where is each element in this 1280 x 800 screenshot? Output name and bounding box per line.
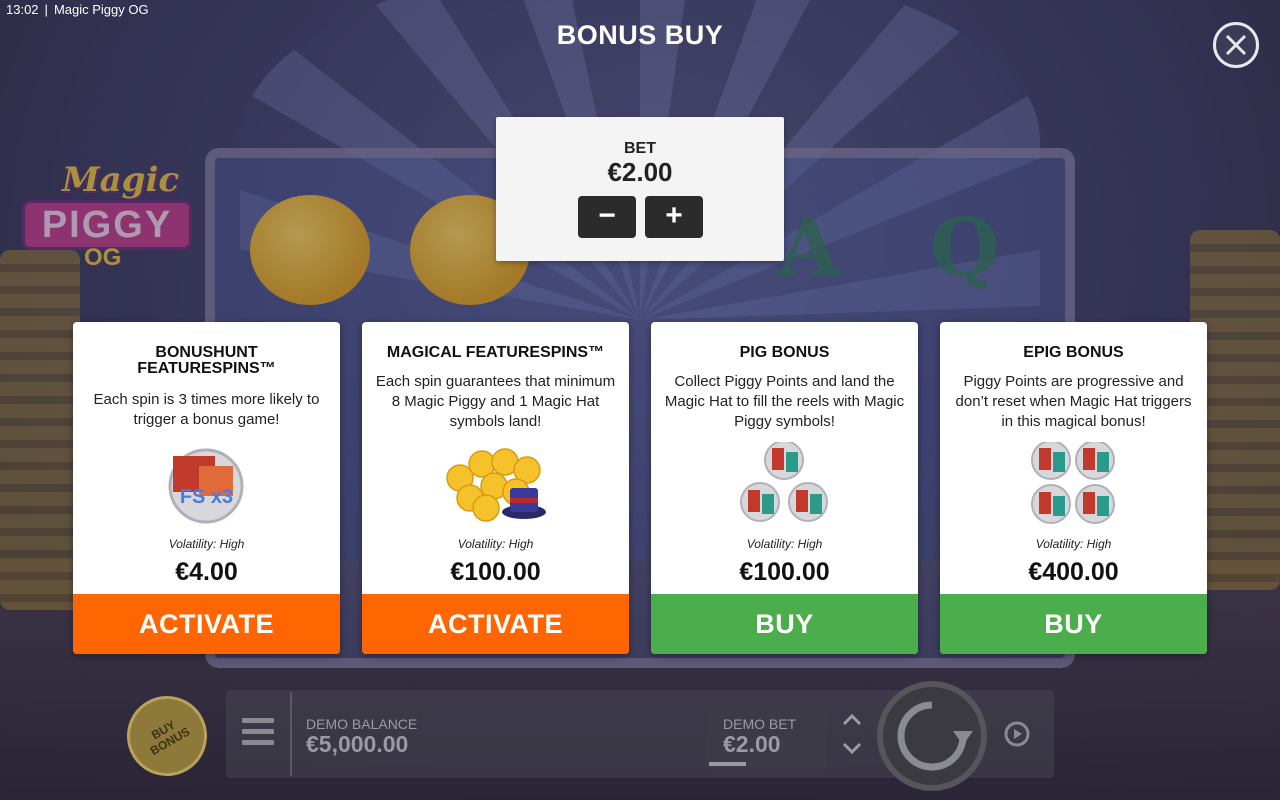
bonus-card-pig-bonus: PIG BONUS Collect Piggy Points and land … bbox=[651, 322, 918, 654]
close-button[interactable] bbox=[1213, 22, 1259, 68]
bet-label: BET bbox=[624, 140, 656, 157]
bet-increase-button[interactable]: + bbox=[645, 196, 703, 238]
volatility-label: Volatility: High bbox=[168, 537, 245, 551]
card-price: €100.00 bbox=[450, 558, 541, 586]
buy-bonus-label: BUY BONUS bbox=[147, 717, 193, 759]
demo-bet-label: DEMO BET bbox=[723, 716, 797, 732]
autoplay-icon bbox=[1004, 721, 1030, 747]
bet-level-indicator bbox=[709, 762, 746, 766]
card-price: €400.00 bbox=[1028, 558, 1119, 586]
balance-label: DEMO BALANCE bbox=[306, 716, 418, 732]
bet-value: €2.00 bbox=[607, 157, 673, 187]
dialog-title: BONUS BUY bbox=[556, 20, 724, 50]
three-fs-coins-icon bbox=[651, 440, 918, 526]
piggies-and-hat-icon bbox=[362, 442, 629, 526]
bet-down-button[interactable] bbox=[840, 738, 864, 758]
status-separator: | bbox=[44, 2, 48, 17]
status-bar: 13:02 | Magic Piggy OG bbox=[6, 2, 155, 17]
buy-button[interactable]: BUY bbox=[940, 594, 1207, 654]
status-app-name: Magic Piggy OG bbox=[53, 2, 149, 17]
menu-icon[interactable] bbox=[242, 718, 274, 748]
bet-panel: BET €2.00 − + bbox=[496, 117, 784, 261]
buy-button[interactable]: BUY bbox=[651, 594, 918, 654]
volatility-label: Volatility: High bbox=[1035, 537, 1112, 551]
chevron-up-icon bbox=[842, 713, 862, 726]
card-description: Collect Piggy Points and land the Magic … bbox=[664, 373, 905, 430]
bonus-card-epig-bonus: EPIG BONUS Piggy Points are progressive … bbox=[940, 322, 1207, 654]
card-description: Each spin guarantees that minimum 8 Magi… bbox=[375, 373, 616, 430]
bet-decrease-button[interactable]: − bbox=[578, 196, 636, 238]
card-title: MAGICAL FEATURESPINS™ bbox=[386, 344, 605, 361]
spin-icon bbox=[897, 701, 973, 771]
bet-up-button[interactable] bbox=[840, 710, 864, 730]
activate-button[interactable]: ACTIVATE bbox=[362, 594, 629, 654]
fs-x3-icon: FS x3 bbox=[73, 442, 340, 526]
demo-bet-value: €2.00 bbox=[723, 731, 781, 757]
card-price: €4.00 bbox=[175, 558, 238, 586]
chevron-down-icon bbox=[842, 742, 862, 755]
bonus-card-bonushunt: BONUSHUNT FEATURESPINS™ Each spin is 3 t… bbox=[73, 322, 340, 654]
card-title: EPIG BONUS bbox=[1023, 344, 1124, 361]
card-description: Each spin is 3 times more likely to trig… bbox=[93, 391, 320, 428]
four-fs-coins-icon bbox=[940, 440, 1207, 526]
divider bbox=[290, 692, 292, 776]
bonus-card-magical-featurespins: MAGICAL FEATURESPINS™ Each spin guarante… bbox=[362, 322, 629, 654]
fs-x3-text: FS x3 bbox=[179, 486, 234, 508]
card-description: Piggy Points are progressive and don’t r… bbox=[955, 373, 1192, 430]
volatility-label: Volatility: High bbox=[746, 537, 823, 551]
card-title: PIG BONUS bbox=[739, 344, 830, 361]
activate-button[interactable]: ACTIVATE bbox=[73, 594, 340, 654]
balance-value: €5,000.00 bbox=[306, 731, 409, 757]
spin-button[interactable] bbox=[877, 681, 987, 791]
autoplay-button[interactable] bbox=[1001, 718, 1033, 750]
volatility-label: Volatility: High bbox=[457, 537, 534, 551]
card-price: €100.00 bbox=[739, 558, 830, 586]
status-time: 13:02 bbox=[6, 2, 39, 17]
card-title: BONUSHUNT FEATURESPINS™ bbox=[137, 344, 276, 377]
close-icon bbox=[1225, 34, 1247, 56]
